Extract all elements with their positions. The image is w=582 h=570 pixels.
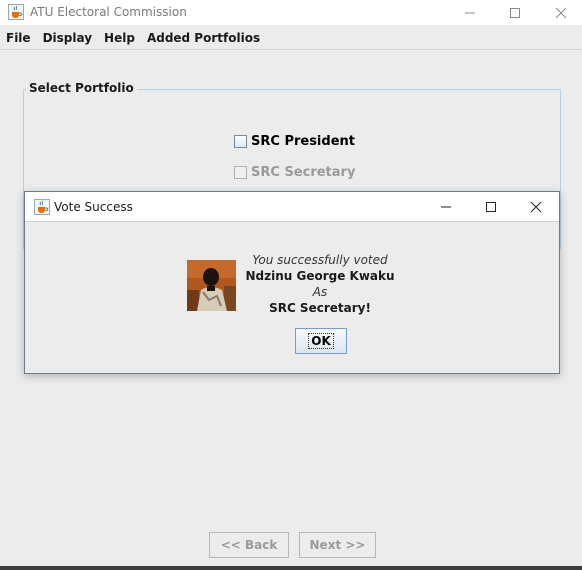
ok-button[interactable]: OK xyxy=(295,328,347,354)
as-label: As xyxy=(312,285,328,299)
dialog-close-button[interactable] xyxy=(513,192,559,222)
dialog-minimize-button[interactable] xyxy=(423,192,469,222)
java-cup-icon xyxy=(8,4,24,20)
window-title: ATU Electoral Commission xyxy=(30,5,187,19)
minimize-icon xyxy=(441,206,451,208)
portfolio-name: SRC Secretary! xyxy=(269,301,371,315)
java-cup-icon xyxy=(34,199,50,215)
menubar: File Display Help Added Portfolios xyxy=(0,28,582,48)
dialog-maximize-button[interactable] xyxy=(468,192,514,222)
menu-file[interactable]: File xyxy=(0,31,37,45)
dialog-titlebar[interactable]: Vote Success xyxy=(25,192,559,222)
menu-help[interactable]: Help xyxy=(98,31,141,45)
vote-success-dialog: Vote Success You successfully voted Ndzi… xyxy=(24,191,560,374)
checkbox-src-president[interactable]: SRC President xyxy=(234,134,355,149)
close-button[interactable] xyxy=(538,0,582,25)
checkbox-label: SRC President xyxy=(251,134,355,149)
back-button[interactable]: << Back xyxy=(209,532,289,558)
checkbox-box[interactable] xyxy=(234,135,247,148)
checkbox-label: SRC Secretary xyxy=(251,165,356,180)
ok-label: OK xyxy=(308,333,334,349)
checkbox-box[interactable] xyxy=(234,166,247,179)
minimize-icon xyxy=(465,12,475,13)
menu-display[interactable]: Display xyxy=(37,31,98,45)
success-message: You successfully voted xyxy=(252,253,388,267)
minimize-button[interactable] xyxy=(447,0,493,25)
main-titlebar[interactable]: ATU Electoral Commission xyxy=(0,0,582,25)
close-icon xyxy=(555,7,567,18)
menubar-divider xyxy=(0,49,582,50)
panel-title: Select Portfolio xyxy=(26,81,137,95)
close-icon xyxy=(530,201,542,213)
taskbar-edge xyxy=(0,566,582,570)
checkbox-src-secretary[interactable]: SRC Secretary xyxy=(234,165,355,180)
dialog-title: Vote Success xyxy=(54,200,133,214)
menu-added-portfolios[interactable]: Added Portfolios xyxy=(141,31,266,45)
next-button[interactable]: Next >> xyxy=(299,532,376,558)
maximize-icon xyxy=(486,202,496,212)
candidate-name: Ndzinu George Kwaku xyxy=(245,269,395,283)
maximize-button[interactable] xyxy=(492,0,538,25)
maximize-icon xyxy=(510,7,520,18)
